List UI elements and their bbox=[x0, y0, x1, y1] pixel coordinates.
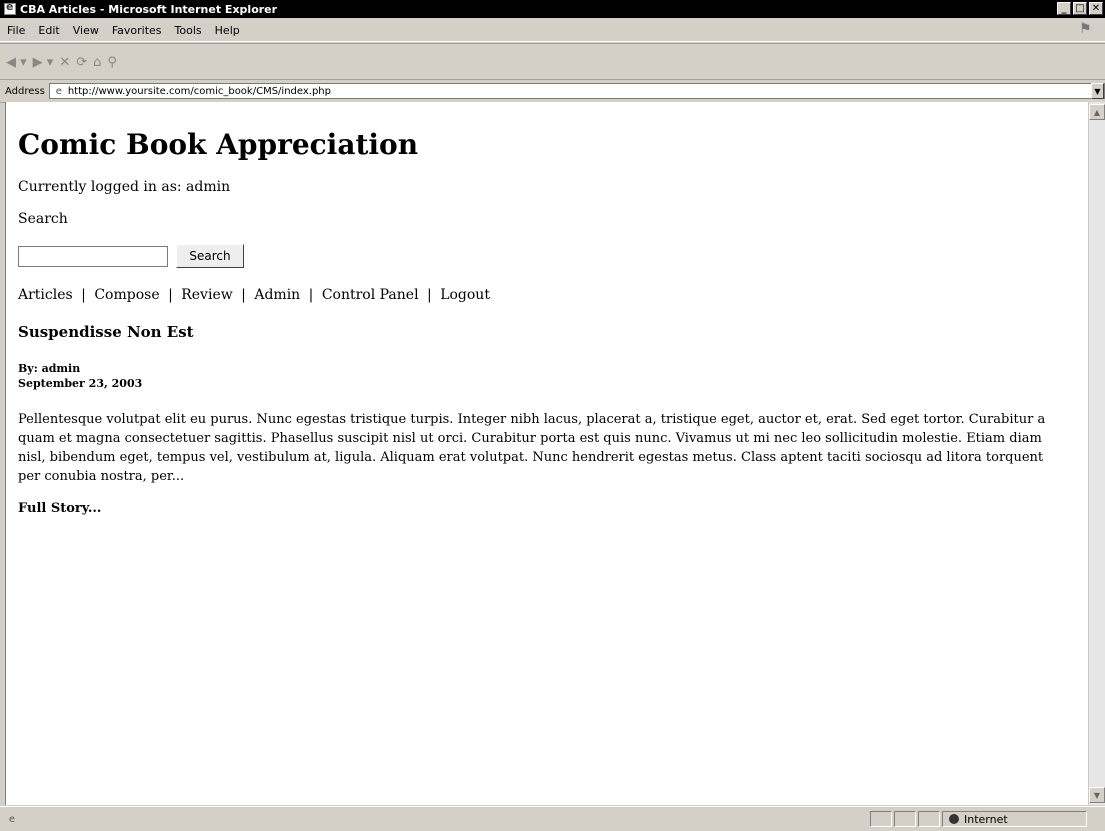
nav-separator: | bbox=[308, 287, 314, 303]
nav-link-logout[interactable]: Logout bbox=[440, 287, 490, 303]
page-icon: e bbox=[55, 85, 62, 97]
status-bar: e Internet bbox=[0, 806, 1105, 831]
search-input[interactable] bbox=[18, 245, 168, 267]
page-status-icon: e bbox=[8, 813, 16, 825]
scroll-up-arrow-icon[interactable]: ▲ bbox=[1089, 104, 1105, 120]
search-label: Search bbox=[18, 211, 68, 227]
address-label: Address bbox=[5, 85, 45, 97]
status-panels: Internet bbox=[868, 811, 1087, 827]
window-controls: _ □ ✕ bbox=[1057, 2, 1103, 15]
status-panel bbox=[870, 811, 892, 827]
forward-icon[interactable]: ▶ ▾ bbox=[33, 55, 54, 70]
nav-link-compose[interactable]: Compose bbox=[94, 287, 159, 303]
search-form: Search bbox=[18, 244, 1089, 268]
nav-link-control-panel[interactable]: Control Panel bbox=[322, 287, 419, 303]
vertical-scrollbar[interactable]: ▲ ▼ bbox=[1088, 102, 1105, 805]
globe-icon bbox=[949, 814, 959, 824]
ie-icon bbox=[4, 0, 16, 15]
article-title[interactable]: Suspendisse Non Est bbox=[18, 323, 1089, 341]
menu-tools[interactable]: Tools bbox=[175, 24, 202, 37]
nav-separator: | bbox=[168, 287, 173, 303]
article-date: September 23, 2003 bbox=[18, 377, 143, 390]
title-bar: CBA Articles - Microsoft Internet Explor… bbox=[0, 0, 1105, 18]
address-bar: Address e http://www.yoursite.com/comic_… bbox=[0, 79, 1105, 103]
nav-links: Articles | Compose | Review | Admin | Co… bbox=[18, 287, 1089, 303]
back-icon[interactable]: ◀ ▾ bbox=[6, 55, 27, 70]
nav-link-review[interactable]: Review bbox=[181, 287, 232, 303]
stop-icon[interactable]: ✕ bbox=[59, 55, 70, 70]
menu-favorites[interactable]: Favorites bbox=[112, 24, 162, 37]
refresh-icon[interactable]: ⟳ bbox=[76, 55, 87, 70]
menu-view[interactable]: View bbox=[73, 24, 99, 37]
menu-help[interactable]: Help bbox=[215, 24, 240, 37]
windows-logo-icon: ⚑ bbox=[1079, 21, 1092, 37]
search-icon[interactable]: ⚲ bbox=[107, 55, 117, 70]
nav-link-articles[interactable]: Articles bbox=[18, 287, 73, 303]
home-icon[interactable]: ⌂ bbox=[93, 55, 101, 70]
article-meta: By: admin September 23, 2003 bbox=[18, 361, 1089, 391]
nav-link-admin[interactable]: Admin bbox=[254, 287, 300, 303]
article-body: Pellentesque volutpat elit eu purus. Nun… bbox=[18, 412, 1046, 484]
nav-separator: | bbox=[81, 287, 86, 303]
toolbar: ◀ ▾ ▶ ▾ ✕ ⟳ ⌂ ⚲ bbox=[0, 43, 1105, 80]
menu-bar: File Edit View Favorites Tools Help ⚑ bbox=[0, 19, 1105, 42]
status-panel bbox=[918, 811, 940, 827]
security-zone: Internet bbox=[942, 811, 1087, 827]
content-area: Comic Book Appreciation Currently logged… bbox=[5, 102, 1089, 805]
search-button[interactable]: Search bbox=[176, 244, 244, 268]
menu-file[interactable]: File bbox=[7, 24, 25, 37]
address-url[interactable]: http://www.yoursite.com/comic_book/CMS/i… bbox=[68, 86, 331, 97]
maximize-button[interactable]: □ bbox=[1073, 2, 1087, 15]
minimize-button[interactable]: _ bbox=[1057, 2, 1071, 15]
page: Comic Book Appreciation Currently logged… bbox=[6, 102, 1089, 516]
address-dropdown-button[interactable]: ▼ bbox=[1091, 83, 1104, 99]
scroll-down-arrow-icon[interactable]: ▼ bbox=[1089, 787, 1105, 803]
article-byline: By: admin bbox=[18, 362, 81, 375]
logged-in-text: Currently logged in as: admin bbox=[18, 179, 231, 195]
nav-separator: | bbox=[241, 287, 246, 303]
close-button[interactable]: ✕ bbox=[1089, 2, 1103, 15]
page-title: Comic Book Appreciation bbox=[18, 128, 419, 161]
window-title: CBA Articles - Microsoft Internet Explor… bbox=[20, 2, 278, 16]
zone-label: Internet bbox=[964, 812, 1008, 826]
nav-separator: | bbox=[427, 287, 432, 303]
size-grip[interactable] bbox=[1091, 811, 1105, 827]
address-field[interactable]: e http://www.yoursite.com/comic_book/CMS… bbox=[48, 83, 1105, 99]
full-story-link[interactable]: Full Story... bbox=[18, 501, 1089, 516]
menu-edit[interactable]: Edit bbox=[38, 24, 59, 37]
status-panel bbox=[894, 811, 916, 827]
